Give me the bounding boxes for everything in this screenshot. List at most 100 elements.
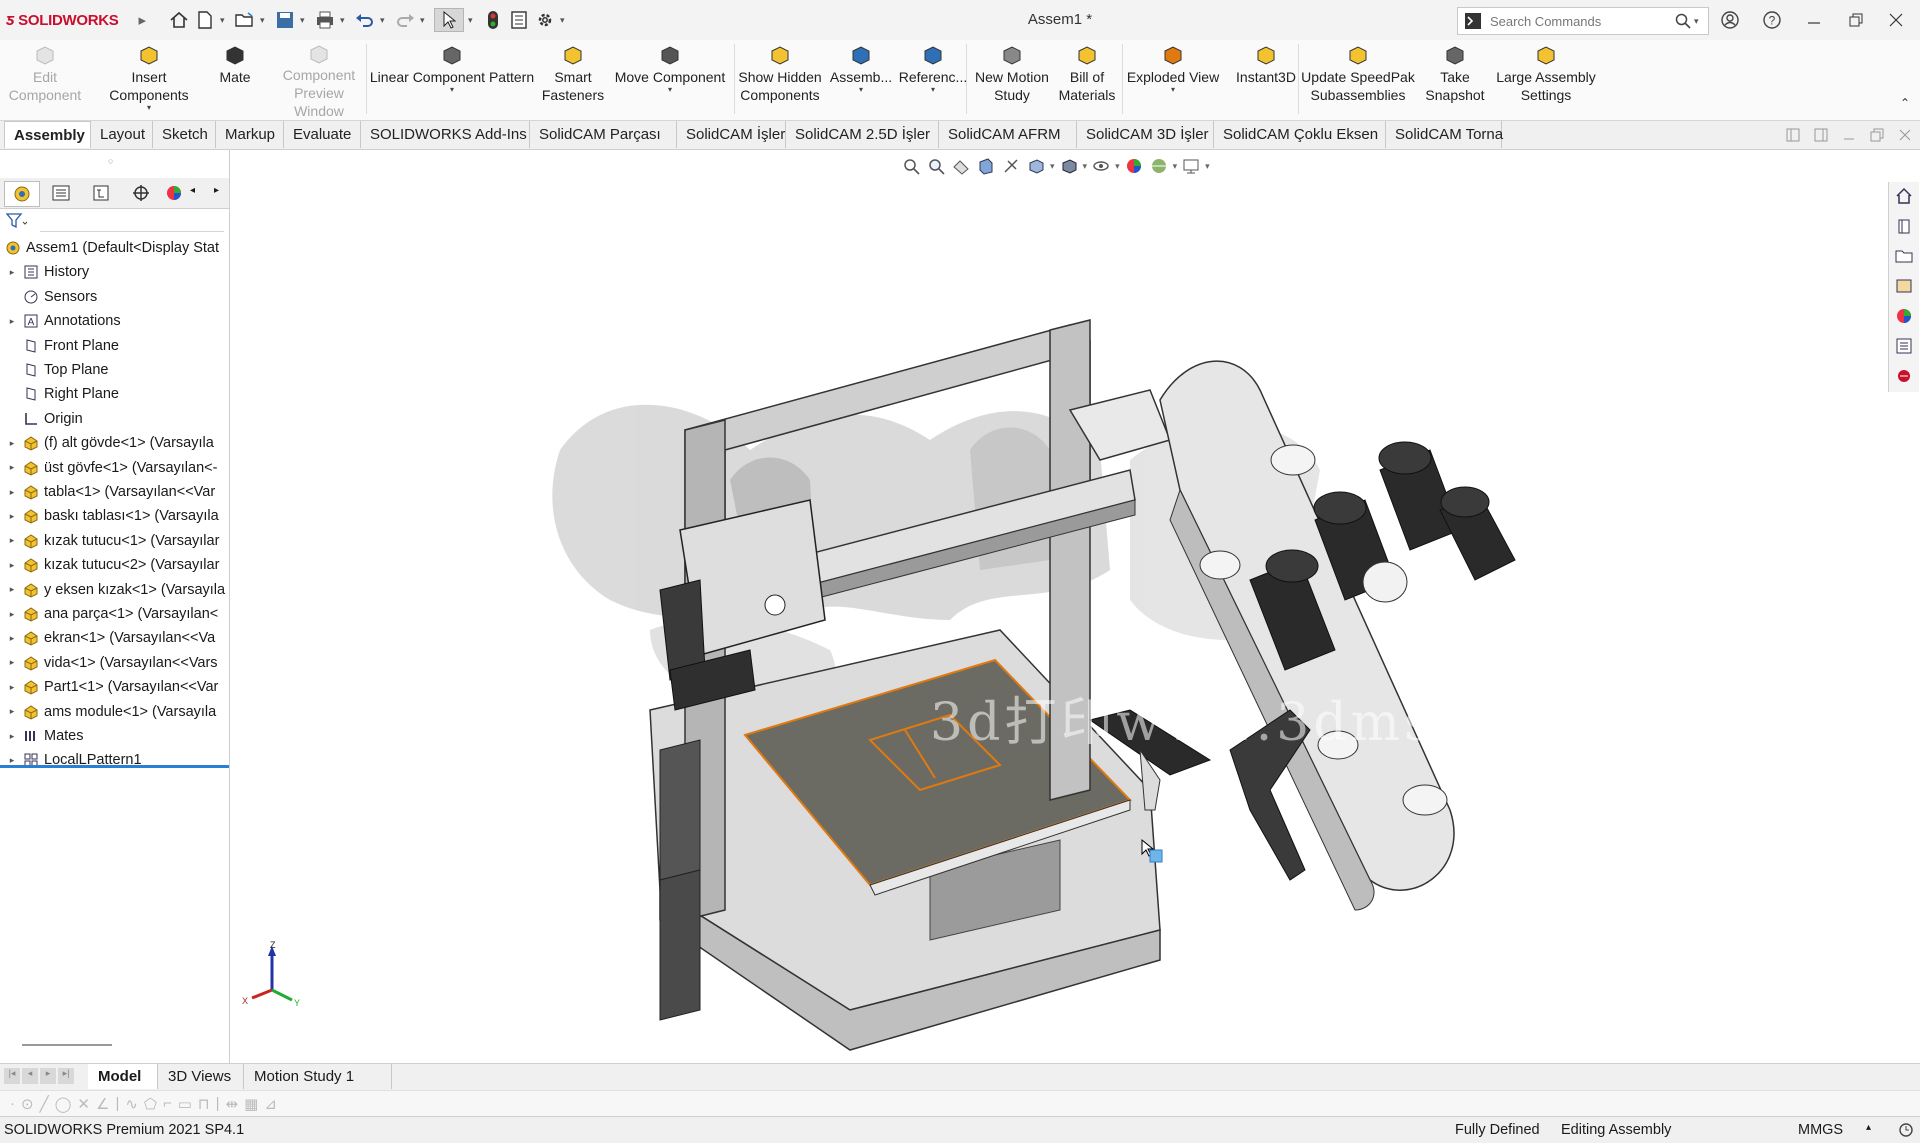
home-icon[interactable] bbox=[168, 9, 190, 31]
options-gear-icon[interactable] bbox=[534, 9, 556, 31]
search-commands-box[interactable]: Search Commands ▾ bbox=[1457, 7, 1709, 35]
expand-arrow-icon[interactable]: ▸ bbox=[6, 316, 18, 327]
search-icon[interactable] bbox=[1672, 13, 1694, 29]
line-icon[interactable]: ╱ bbox=[40, 1095, 49, 1113]
tree-node[interactable]: ▸ History bbox=[0, 260, 229, 284]
expand-arrow-icon[interactable]: ▸ bbox=[6, 438, 18, 449]
dimxpert-tab-icon[interactable] bbox=[124, 181, 158, 205]
reference-button[interactable]: Referenc... ▾ bbox=[898, 44, 968, 116]
view-palette-icon[interactable] bbox=[1892, 274, 1916, 298]
chevron-down-icon[interactable]: ▾ bbox=[260, 15, 270, 26]
bottom-tab-3d-views[interactable]: 3D Views bbox=[158, 1064, 244, 1089]
spline-icon[interactable]: ∿ bbox=[125, 1095, 138, 1113]
tree-node[interactable]: Origin bbox=[0, 407, 229, 431]
move-component-button[interactable]: Move Component ▾ bbox=[610, 44, 730, 116]
smart-dimension-icon[interactable]: ⇹ bbox=[226, 1095, 239, 1113]
file-properties-icon[interactable] bbox=[508, 9, 530, 31]
unit-system-selector[interactable]: MMGS bbox=[1798, 1122, 1843, 1138]
expand-arrow-icon[interactable]: ▸ bbox=[6, 706, 18, 717]
tab-solidcam-par-as-[interactable]: SolidCAM Parçası bbox=[530, 121, 677, 148]
expand-arrow-icon[interactable]: ▸ bbox=[6, 584, 18, 595]
chevron-up-icon[interactable]: ▴ bbox=[1866, 1122, 1871, 1133]
display-manager-tab-icon[interactable] bbox=[164, 181, 184, 205]
reference-triad[interactable]: Z X Y bbox=[240, 940, 310, 1010]
new-document-icon[interactable] bbox=[194, 9, 216, 31]
mate-button[interactable]: Mate bbox=[212, 44, 258, 116]
chevron-down-icon[interactable]: ▾ bbox=[147, 104, 151, 112]
filter-funnel-icon[interactable] bbox=[5, 212, 28, 234]
tab-solidcam-2-5d-i-ler[interactable]: SolidCAM 2.5D İşler bbox=[786, 121, 939, 148]
editing-mode-status[interactable]: Editing Assembly bbox=[1561, 1122, 1671, 1138]
angle-icon[interactable]: ⊿ bbox=[264, 1095, 277, 1113]
tree-node[interactable]: ▸ vida<1> (Varsayılan<<Vars bbox=[0, 651, 229, 675]
tab-solidcam-torna[interactable]: SolidCAM Torna bbox=[1386, 121, 1503, 148]
minimize-window-icon[interactable] bbox=[1796, 6, 1832, 34]
expand-arrow-icon[interactable]: ▸ bbox=[6, 657, 18, 668]
expand-arrow-icon[interactable]: ▸ bbox=[6, 487, 18, 498]
tree-node[interactable]: ▸ A Annotations bbox=[0, 309, 229, 333]
tab-sketch[interactable]: Sketch bbox=[153, 121, 216, 148]
tree-node[interactable]: Top Plane bbox=[0, 358, 229, 382]
new-motion-study-button[interactable]: New Motion Study bbox=[972, 44, 1052, 116]
next-tab-icon[interactable]: ▸ bbox=[40, 1068, 56, 1084]
linear-component-pattern-button[interactable]: Linear Component Pattern ▾ bbox=[368, 44, 536, 116]
tab-solidcam-afrm[interactable]: SolidCAM AFRM bbox=[939, 121, 1077, 148]
smart-fasteners-button[interactable]: Smart Fasteners bbox=[540, 44, 606, 116]
tree-node[interactable]: ▸ ekran<1> (Varsayılan<<Va bbox=[0, 626, 229, 650]
trim-icon[interactable]: ✕ bbox=[77, 1095, 90, 1113]
bill-of-materials-button[interactable]: Bill of Materials bbox=[1056, 44, 1118, 116]
tree-node[interactable]: ▸ ams module<1> (Varsayıla bbox=[0, 700, 229, 724]
large-assembly-settings-button[interactable]: Large Assembly Settings bbox=[1492, 44, 1600, 116]
tree-node[interactable]: ▸ y eksen kızak<1> (Varsayıla bbox=[0, 578, 229, 602]
expand-arrow-icon[interactable]: ▸ bbox=[6, 560, 18, 571]
chevron-down-icon[interactable]: ▾ bbox=[1171, 86, 1175, 94]
tab-solidcam-i-ler[interactable]: SolidCAM İşler bbox=[677, 121, 786, 148]
tree-node[interactable]: ▸ tabla<1> (Varsayılan<<Var bbox=[0, 480, 229, 504]
close-window-icon[interactable] bbox=[1878, 6, 1914, 34]
file-explorer-icon[interactable] bbox=[1892, 244, 1916, 268]
prev-tab-icon[interactable]: ◂ bbox=[22, 1068, 38, 1084]
ellipse-icon[interactable]: ◯ bbox=[55, 1095, 72, 1113]
bottom-tab-motion-study-1[interactable]: Motion Study 1 bbox=[244, 1064, 392, 1089]
tab-scroll-right-icon[interactable]: ▸ bbox=[214, 185, 219, 196]
chevron-down-icon[interactable]: ▾ bbox=[668, 86, 672, 94]
instant3d-button[interactable]: Instant3D bbox=[1227, 44, 1305, 116]
tree-node[interactable]: Assem1 (Default<Display Stat bbox=[0, 236, 229, 260]
chevron-down-icon[interactable]: ▾ bbox=[380, 15, 390, 26]
first-tab-icon[interactable]: |◂ bbox=[4, 1068, 20, 1084]
insert-components-button[interactable]: Insert Components ▾ bbox=[90, 44, 208, 116]
slot-icon[interactable]: ⊓ bbox=[198, 1095, 210, 1113]
save-icon[interactable] bbox=[274, 9, 296, 31]
print-icon[interactable] bbox=[314, 9, 336, 31]
show-hidden-components-button[interactable]: Show Hidden Components bbox=[732, 44, 828, 116]
expand-arrow-icon[interactable]: ▸ bbox=[6, 511, 18, 522]
tree-node[interactable]: ▸ baskı tablası<1> (Varsayıla bbox=[0, 504, 229, 528]
filter-input[interactable] bbox=[40, 211, 224, 232]
property-manager-tab-icon[interactable] bbox=[44, 181, 78, 205]
tree-node[interactable]: ▸ üst gövfe<1> (Varsayılan<- bbox=[0, 456, 229, 480]
design-library-icon[interactable] bbox=[1892, 214, 1916, 238]
tree-node[interactable]: ▸ kızak tutucu<1> (Varsayılar bbox=[0, 529, 229, 553]
feature-manager-tab-icon[interactable] bbox=[4, 181, 40, 207]
chevron-down-icon[interactable]: ▾ bbox=[450, 86, 454, 94]
take-snapshot-button[interactable]: Take Snapshot bbox=[1422, 44, 1488, 116]
chevron-down-icon[interactable]: ▾ bbox=[931, 86, 935, 94]
expand-arrow-icon[interactable]: ▸ bbox=[6, 267, 18, 278]
tab-layout[interactable]: Layout bbox=[91, 121, 153, 148]
tab-solidcam-oklu-eksen[interactable]: SolidCAM Çoklu Eksen bbox=[1214, 121, 1386, 148]
solidworks-forum-icon[interactable] bbox=[1892, 364, 1916, 388]
solidworks-resources-home-icon[interactable] bbox=[1892, 184, 1916, 208]
tree-node[interactable]: ▸ kızak tutucu<2> (Varsayılar bbox=[0, 553, 229, 577]
point-icon[interactable]: · bbox=[10, 1095, 15, 1112]
tab-evaluate[interactable]: Evaluate bbox=[284, 121, 361, 148]
chevron-down-icon[interactable]: ▾ bbox=[340, 15, 350, 26]
assembly-model-render[interactable] bbox=[230, 150, 1920, 1065]
configuration-manager-tab-icon[interactable] bbox=[84, 181, 118, 205]
tab-solidcam-3d-i-ler[interactable]: SolidCAM 3D İşler bbox=[1077, 121, 1214, 148]
user-account-icon[interactable] bbox=[1712, 6, 1748, 34]
collapse-ribbon-icon[interactable]: ⌃ bbox=[1900, 96, 1910, 110]
bottom-tab-model[interactable]: Model bbox=[88, 1064, 158, 1089]
expand-arrow-icon[interactable]: ▸ bbox=[6, 535, 18, 546]
chevron-down-icon[interactable]: ▾ bbox=[300, 15, 310, 26]
horizontal-scrollbar[interactable] bbox=[22, 1044, 112, 1046]
